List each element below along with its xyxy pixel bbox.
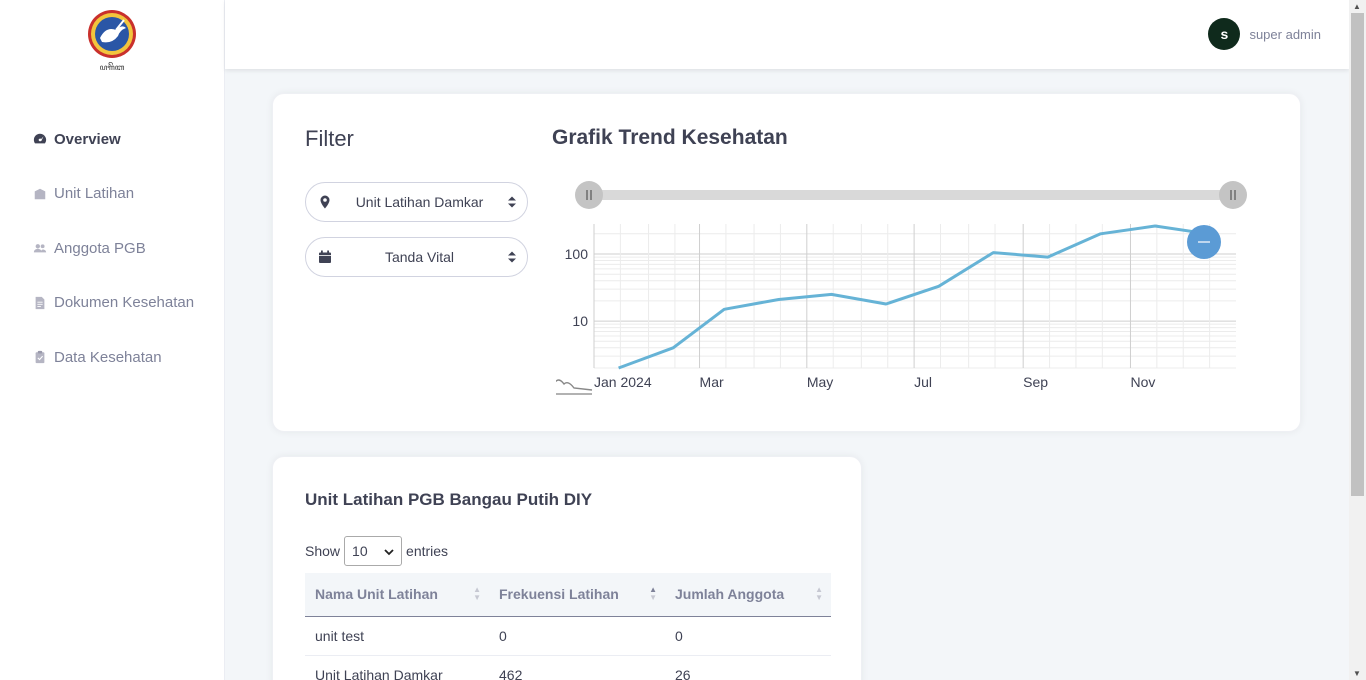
- range-slider-track[interactable]: [580, 190, 1228, 200]
- select-caret-icon: [507, 250, 517, 264]
- map-marker-icon: [318, 195, 332, 209]
- range-slider-left-handle[interactable]: [575, 181, 603, 209]
- x-tick-label: May: [807, 374, 833, 390]
- user-menu[interactable]: s super admin: [1208, 18, 1321, 50]
- table-card-title: Unit Latihan PGB Bangau Putih DIY: [305, 490, 593, 509]
- sidebar-item-anggota-pgb[interactable]: Anggota PGB: [32, 221, 222, 276]
- x-tick-label: Mar: [700, 374, 724, 390]
- table-cell: 0: [665, 616, 831, 656]
- top-bar: s super admin: [225, 0, 1349, 69]
- entries-label: entries: [406, 543, 449, 559]
- y-tick-label: 10: [572, 313, 588, 329]
- filter-title: Filter: [305, 126, 354, 151]
- mini-chart-icon[interactable]: [556, 379, 593, 395]
- users-icon: [32, 240, 48, 256]
- dashboard-icon: [32, 131, 48, 147]
- sidebar-item-data-kesehatan[interactable]: Data Kesehatan: [32, 330, 222, 385]
- chevron-down-icon: [384, 543, 394, 559]
- table-row[interactable]: Unit Latihan Damkar 462 26: [305, 655, 831, 680]
- unit-table: Nama Unit Latihan ▲ ▼ Frekuensi Latihan ▲…: [305, 573, 831, 680]
- entries-select-value: 10: [352, 543, 368, 559]
- sidebar-item-label: Dokumen Kesehatan: [54, 294, 195, 312]
- table-cell: Unit Latihan Damkar: [305, 655, 489, 680]
- chart-title: Grafik Trend Kesehatan: [552, 126, 788, 149]
- page-scrollbar[interactable]: ▲ ▼: [1349, 0, 1366, 680]
- unit-select[interactable]: Unit Latihan Damkar: [305, 182, 528, 222]
- x-axis: Jan 2024 Mar May Jul Sep Nov: [594, 374, 1155, 390]
- series-line: [618, 224, 1209, 370]
- sidebar-item-overview[interactable]: Overview: [32, 112, 222, 167]
- trend-chart: 10 100 Jan 2024 Mar May Jul Sep Nov: [556, 181, 1247, 395]
- entries-select[interactable]: 10: [344, 536, 403, 566]
- y-axis: 10 100: [565, 246, 589, 329]
- column-header-label: Jumlah Anggota: [675, 586, 785, 603]
- sort-icon: ▲ ▼: [473, 585, 481, 602]
- sidebar-item-unit-latihan[interactable]: Unit Latihan: [32, 167, 222, 222]
- sidebar-nav: Overview Unit Latihan Anggota PGB Dokume…: [32, 112, 222, 385]
- table-row[interactable]: unit test 0 0: [305, 616, 831, 656]
- sidebar: ꦥꦒꦼꦧ Overview Unit Latihan Anggota PGB D…: [0, 0, 225, 680]
- sort-icon: ▲ ▼: [649, 585, 657, 602]
- sidebar-item-label: Anggota PGB: [54, 239, 146, 257]
- column-header-jumlah[interactable]: Jumlah Anggota ▲ ▼: [665, 573, 831, 617]
- x-tick-label: Nov: [1130, 374, 1155, 390]
- category-select[interactable]: Tanda Vital: [305, 237, 528, 277]
- y-tick-label: 100: [565, 246, 589, 262]
- unit-select-value: Unit Latihan Damkar: [355, 194, 484, 210]
- table-cell: 0: [489, 616, 665, 656]
- table-cell: 26: [665, 655, 831, 680]
- select-caret-icon: [507, 195, 517, 209]
- logo[interactable]: ꦥꦒꦼꦧ: [86, 8, 138, 74]
- sidebar-item-label: Unit Latihan: [54, 185, 135, 203]
- sidebar-item-dokumen-kesehatan[interactable]: Dokumen Kesehatan: [32, 276, 222, 331]
- scroll-down-icon[interactable]: ▼: [1353, 669, 1361, 678]
- column-header-nama[interactable]: Nama Unit Latihan ▲ ▼: [305, 573, 489, 617]
- building-icon: [32, 186, 48, 202]
- file-icon: [32, 295, 48, 311]
- column-header-label: Nama Unit Latihan: [315, 586, 438, 603]
- zoom-out-button[interactable]: [1187, 225, 1221, 259]
- entries-control: Show 10 entries: [305, 536, 448, 566]
- x-tick-label: Jul: [914, 374, 932, 390]
- column-header-frekuensi[interactable]: Frekuensi Latihan ▲ ▼: [489, 573, 665, 617]
- svg-text:ꦥꦒꦼꦧ: ꦥꦒꦼꦧ: [100, 62, 125, 72]
- sort-icon: ▲ ▼: [815, 585, 823, 602]
- table-cell: 462: [489, 655, 665, 680]
- scrollbar-thumb[interactable]: [1351, 13, 1364, 496]
- range-slider-right-handle[interactable]: [1219, 181, 1247, 209]
- chart-grid: [593, 224, 1236, 369]
- sidebar-item-label: Overview: [54, 130, 121, 148]
- x-tick-label: Jan 2024: [594, 374, 652, 390]
- sidebar-item-label: Data Kesehatan: [54, 348, 162, 366]
- unit-table-card: Unit Latihan PGB Bangau Putih DIY Show 1…: [272, 456, 862, 680]
- category-select-value: Tanda Vital: [384, 249, 454, 265]
- table-cell: unit test: [305, 616, 489, 656]
- avatar[interactable]: s: [1208, 18, 1241, 50]
- clipboard-icon: [32, 349, 48, 365]
- username[interactable]: super admin: [1249, 27, 1321, 42]
- show-label: Show: [305, 543, 341, 559]
- x-tick-label: Sep: [1023, 374, 1048, 390]
- calendar-icon: [318, 250, 332, 264]
- scroll-up-icon[interactable]: ▲: [1353, 2, 1361, 11]
- column-header-label: Frekuensi Latihan: [499, 586, 619, 603]
- trend-card: Filter Unit Latihan Damkar Tanda Vital G…: [272, 93, 1301, 432]
